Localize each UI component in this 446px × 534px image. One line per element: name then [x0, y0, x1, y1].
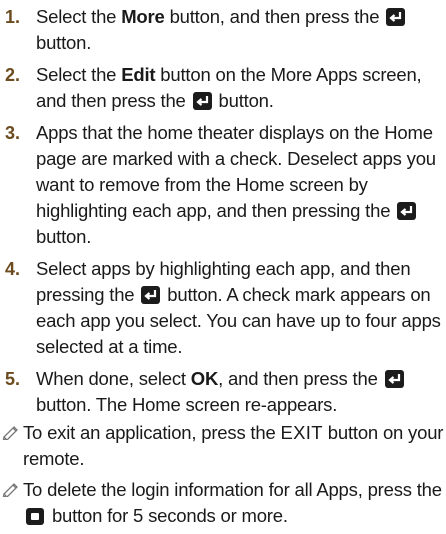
step-number: 5. [5, 369, 21, 389]
edit-keyword: Edit [121, 64, 156, 85]
enter-button-icon [384, 370, 404, 388]
step-number: 1. [5, 7, 21, 27]
note-text: To exit an application, press the EXIT b… [23, 422, 444, 469]
more-keyword: More [121, 6, 165, 27]
step-3: 3. Apps that the home theater displays o… [0, 120, 446, 250]
step-1: 1. Select the More button, and then pres… [0, 4, 446, 56]
square-button-icon [26, 508, 44, 525]
note-delete-login: To delete the login information for all … [0, 477, 446, 529]
steps-list: 1. Select the More button, and then pres… [0, 4, 446, 424]
exit-keyword: EXIT [280, 422, 323, 443]
enter-button-icon [141, 286, 161, 304]
step-2: 2. Select the Edit button on the More Ap… [0, 62, 446, 114]
ok-keyword: OK [190, 368, 219, 389]
note-text: To delete the login information for all … [23, 479, 442, 526]
step-text: Select the More button, and then press t… [36, 4, 446, 56]
step-text: Select the Edit button on the More Apps … [36, 64, 422, 111]
pencil-note-icon [2, 481, 20, 502]
note-exit: To exit an application, press the EXIT b… [0, 420, 446, 472]
step-number: 3. [5, 123, 21, 143]
enter-button-icon [386, 8, 406, 26]
step-4: 4. Select apps by highlighting each app,… [0, 256, 446, 360]
step-5: 5. When done, select OK, and then press … [0, 366, 446, 418]
step-text: Apps that the home theater displays on t… [36, 122, 436, 247]
notes-list: To exit an application, press the EXIT b… [0, 420, 446, 534]
step-text: Select apps by highlighting each app, an… [36, 258, 441, 357]
pencil-note-icon [2, 424, 20, 445]
enter-button-icon [397, 202, 417, 220]
enter-button-icon [192, 92, 212, 110]
step-number: 2. [5, 65, 21, 85]
step-text: When done, select OK, and then press the… [36, 366, 446, 418]
step-number: 4. [5, 259, 21, 279]
instruction-page: 1. Select the More button, and then pres… [0, 0, 446, 526]
